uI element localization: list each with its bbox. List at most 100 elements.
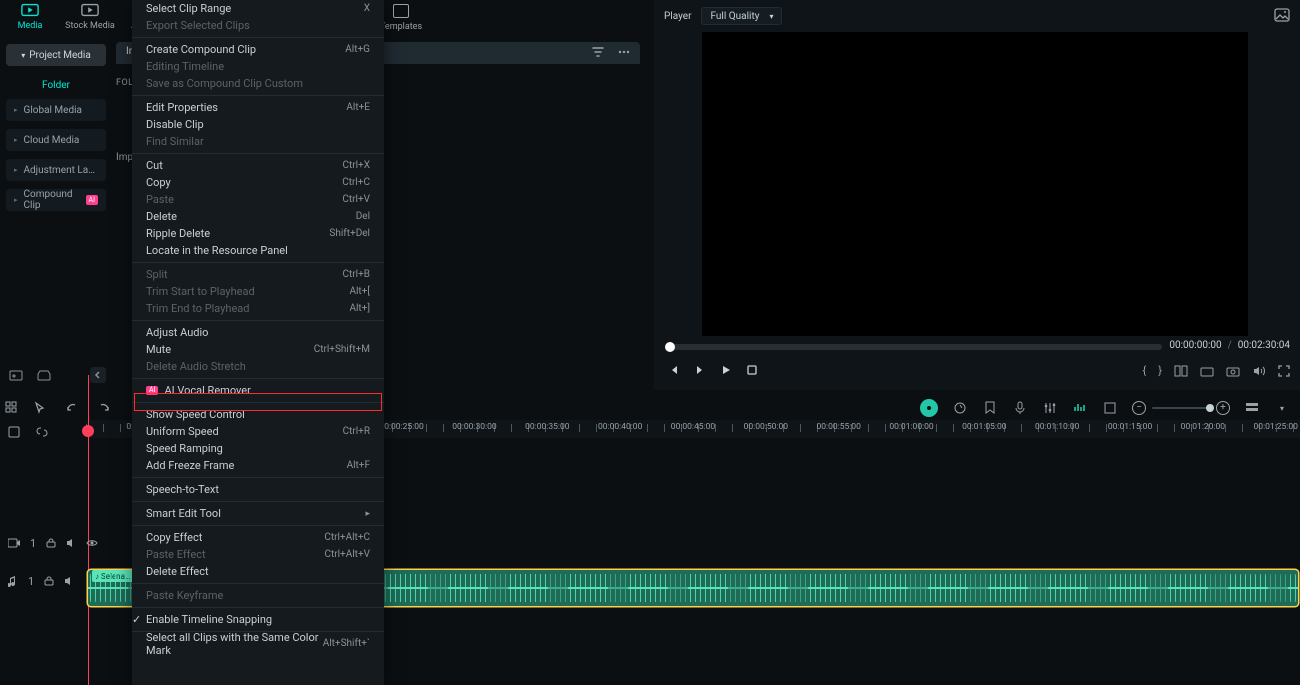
playback-quality-dropdown[interactable]: Full Quality ▾ <box>701 7 782 25</box>
ctx-edit-properties[interactable]: Edit PropertiesAlt+E <box>132 99 384 116</box>
filter-icon[interactable] <box>590 44 606 60</box>
track-lock-icon[interactable] <box>44 576 54 586</box>
player-scrubber[interactable] <box>667 344 1162 350</box>
ctx-ripple-delete[interactable]: Ripple DeleteShift+Del <box>132 225 384 242</box>
ctx-smart-edit-tool[interactable]: Smart Edit Tool <box>132 505 384 522</box>
top-tab-media[interactable]: Media <box>0 3 60 31</box>
sidebar-item-global-media[interactable]: ▸ Global Media <box>6 99 106 121</box>
track-visibility-icon[interactable] <box>86 538 98 548</box>
marker-icon[interactable] <box>982 400 998 416</box>
new-bin-icon[interactable] <box>36 367 52 383</box>
stock-media-icon <box>81 3 99 17</box>
play-forward-icon[interactable] <box>694 364 706 376</box>
audio-track-header[interactable]: 1 <box>0 570 86 592</box>
mark-out-icon[interactable]: } <box>1158 364 1162 377</box>
video-track-header[interactable]: 1 <box>0 532 86 554</box>
top-tab-templates-label: Templates <box>380 22 422 32</box>
prev-frame-icon[interactable] <box>668 364 680 376</box>
magnet-icon[interactable] <box>6 424 22 440</box>
ruler-time-label: 00:00:45:00 <box>671 422 715 432</box>
ctx-editing-timeline: Editing Timeline <box>132 58 384 75</box>
project-media-label: Project Media <box>29 50 91 61</box>
folders-section-label: FOL <box>116 78 134 88</box>
zoom-out-button[interactable]: − <box>1132 401 1146 415</box>
timeline-view-icon[interactable] <box>1244 400 1260 416</box>
play-icon[interactable] <box>720 364 732 376</box>
zoom-in-button[interactable]: + <box>1216 401 1230 415</box>
player-viewport[interactable] <box>702 32 1248 336</box>
snapshot-icon[interactable] <box>1274 7 1290 23</box>
voiceover-icon[interactable] <box>1012 400 1028 416</box>
ruler-time-label: 00:01:20:00 <box>1181 422 1225 432</box>
sidebar-folder-link[interactable]: Folder <box>6 80 106 91</box>
ruler-time-label: 00:00:35:00 <box>525 422 569 432</box>
ctx-delete[interactable]: DeleteDel <box>132 208 384 225</box>
ruler-time-label: 00:01:10:00 <box>1035 422 1079 432</box>
compare-view-icon[interactable] <box>1174 365 1188 377</box>
sidebar-item-compound-clip[interactable]: ▸ Compound Clip AI <box>6 189 106 211</box>
top-tab-stock-media-label: Stock Media <box>65 21 115 31</box>
ctx-enable-timeline-snapping[interactable]: ✓ Enable Timeline Snapping <box>132 611 384 628</box>
sidebar-item-cloud-media[interactable]: ▸ Cloud Media <box>6 129 106 151</box>
track-mute-icon[interactable] <box>66 538 76 548</box>
ctx-mute[interactable]: MuteCtrl+Shift+M <box>132 341 384 358</box>
chevron-right-icon: ▸ <box>14 166 18 174</box>
media-icon <box>21 3 39 17</box>
link-icon[interactable] <box>34 424 50 440</box>
ctx-locate-resource-panel[interactable]: Locate in the Resource Panel <box>132 242 384 259</box>
ctx-cut[interactable]: CutCtrl+X <box>132 157 384 174</box>
float-window-icon[interactable] <box>1200 365 1214 377</box>
stop-icon[interactable] <box>746 364 758 376</box>
camera-icon[interactable] <box>1226 365 1240 377</box>
undo-icon[interactable] <box>64 400 80 416</box>
track-lock-icon[interactable] <box>46 538 56 548</box>
crop-icon[interactable] <box>1102 400 1118 416</box>
new-folder-icon[interactable] <box>8 367 24 383</box>
collapse-sidebar-button[interactable] <box>90 367 106 383</box>
speed-icon[interactable] <box>952 400 968 416</box>
ruler-time-label: 00:01:05:00 <box>962 422 1006 432</box>
top-tab-stock-media[interactable]: Stock Media <box>60 3 120 31</box>
ruler-time-label: 00:00:25:00 <box>379 422 423 432</box>
fullscreen-icon[interactable] <box>1278 365 1290 377</box>
project-media-dropdown[interactable]: ▾ Project Media <box>6 44 106 66</box>
ctx-copy-effect[interactable]: Copy EffectCtrl+Alt+C <box>132 529 384 546</box>
audio-mixer-icon[interactable] <box>1042 400 1058 416</box>
more-views-icon[interactable]: ▾ <box>1274 400 1290 416</box>
record-button[interactable] <box>920 399 938 417</box>
ctx-add-freeze-frame[interactable]: Add Freeze FrameAlt+F <box>132 457 384 474</box>
track-mute-icon[interactable] <box>64 576 74 586</box>
sidebar-item-label: Compound Clip <box>24 189 80 211</box>
zoom-track[interactable] <box>1152 407 1210 409</box>
ctx-create-compound-clip[interactable]: Create Compound ClipAlt+G <box>132 41 384 58</box>
playback-quality-value: Full Quality <box>710 11 759 22</box>
redo-icon[interactable] <box>96 400 112 416</box>
video-track-icon <box>8 538 20 548</box>
sidebar-item-adjustment-layer[interactable]: ▸ Adjustment La… <box>6 159 106 181</box>
ctx-disable-clip[interactable]: Disable Clip <box>132 116 384 133</box>
ruler-time-label: 00:00:30:00 <box>452 422 496 432</box>
ctx-speed-ramping[interactable]: Speed Ramping <box>132 440 384 457</box>
volume-icon[interactable] <box>1252 365 1266 377</box>
timeline-zoom-slider[interactable]: − + <box>1132 401 1230 415</box>
ctx-paste-effect: Paste EffectCtrl+Alt+V <box>132 546 384 563</box>
ctx-delete-effect[interactable]: Delete Effect <box>132 563 384 580</box>
ctx-show-speed-control[interactable]: Show Speed Control <box>132 406 384 423</box>
ctx-speech-to-text[interactable]: Speech-to-Text <box>132 481 384 498</box>
pointer-tool-icon[interactable] <box>4 400 20 416</box>
select-tool-icon[interactable] <box>32 400 48 416</box>
ctx-adjust-audio[interactable]: Adjust Audio <box>132 324 384 341</box>
mark-in-icon[interactable]: { <box>1143 364 1147 377</box>
ctx-select-clip-range[interactable]: Select Clip RangeX <box>132 0 384 17</box>
ctx-select-all-same-color[interactable]: Select all Clips with the Same Color Mar… <box>132 635 384 652</box>
ctx-split: SplitCtrl+B <box>132 266 384 283</box>
ctx-trim-start: Trim Start to PlayheadAlt+[ <box>132 283 384 300</box>
more-icon[interactable] <box>616 44 632 60</box>
beat-detection-icon[interactable] <box>1072 400 1088 416</box>
ctx-copy[interactable]: CopyCtrl+C <box>132 174 384 191</box>
ctx-ai-vocal-remover[interactable]: AI AI Vocal Remover <box>132 382 384 399</box>
ruler-time-label: 00:01:25:00 <box>1254 422 1298 432</box>
top-tab-templates[interactable]: Templates <box>380 4 422 32</box>
ctx-uniform-speed[interactable]: Uniform SpeedCtrl+R <box>132 423 384 440</box>
chevron-down-icon: ▾ <box>769 12 773 21</box>
